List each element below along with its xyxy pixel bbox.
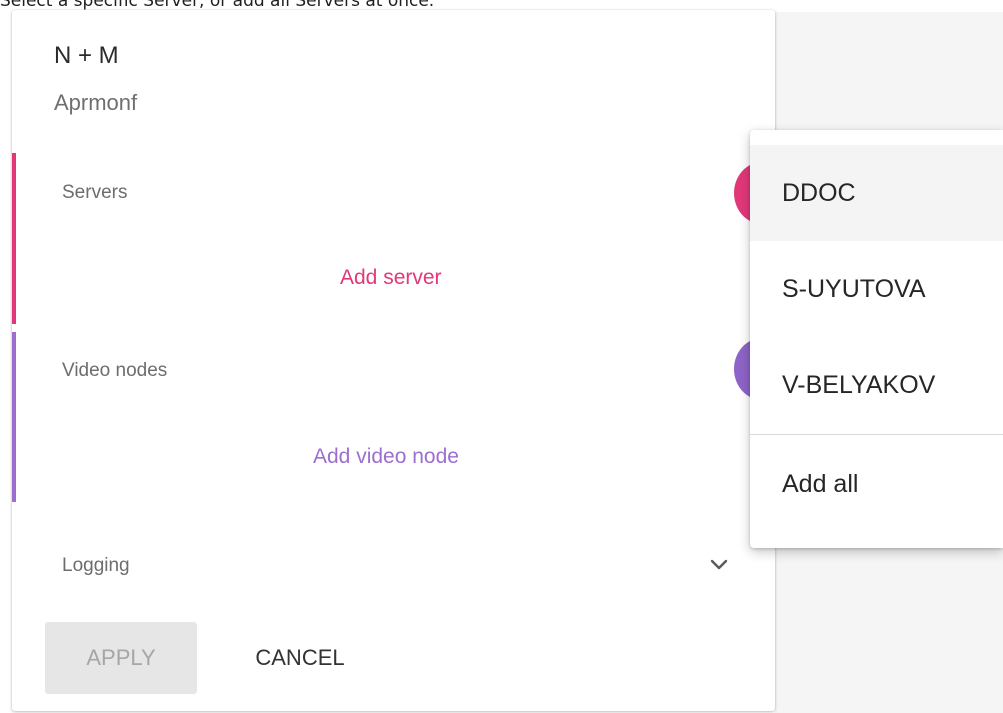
menu-item-add-all[interactable]: Add all bbox=[750, 436, 1003, 532]
add-video-node-link[interactable]: Add video node bbox=[313, 445, 459, 469]
settings-panel: N + M Aprmonf Servers Add server Video n… bbox=[12, 10, 790, 711]
menu-item-v-belyakov[interactable]: V-BELYAKOV bbox=[750, 337, 1003, 433]
panel-title: N + M bbox=[54, 42, 119, 69]
menu-item-ddoc[interactable]: DDOC bbox=[750, 145, 1003, 241]
server-select-menu: DDOC S-UYUTOVA V-BELYAKOV Add all bbox=[750, 130, 1003, 548]
servers-label: Servers bbox=[62, 182, 128, 203]
panel-subtitle: Aprmonf bbox=[54, 90, 138, 115]
menu-item-s-uyutova[interactable]: S-UYUTOVA bbox=[750, 241, 1003, 337]
menu-divider bbox=[750, 434, 1003, 435]
chevron-down-icon[interactable] bbox=[704, 550, 734, 580]
cancel-button[interactable]: CANCEL bbox=[224, 622, 376, 694]
add-server-link[interactable]: Add server bbox=[340, 266, 442, 290]
video-nodes-label: Video nodes bbox=[62, 360, 168, 381]
apply-button[interactable]: APPLY bbox=[45, 622, 197, 694]
logging-label: Logging bbox=[62, 555, 130, 576]
video-nodes-accent-bar bbox=[12, 332, 16, 502]
servers-accent-bar bbox=[12, 153, 16, 324]
